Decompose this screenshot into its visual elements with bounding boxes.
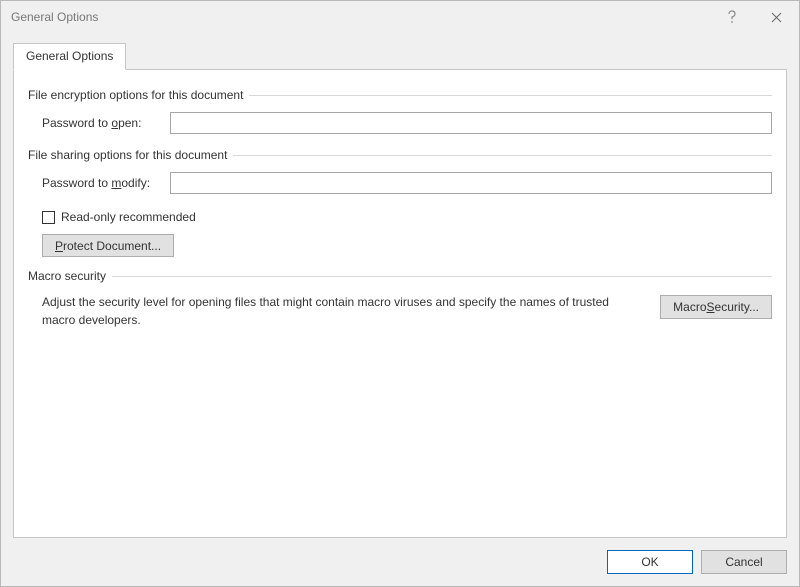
protect-row: Protect Document... [42, 234, 772, 257]
titlebar: General Options [1, 1, 799, 33]
help-button[interactable] [709, 1, 754, 33]
tabstrip: General Options [13, 43, 787, 69]
tab-page: File encryption options for this documen… [13, 69, 787, 538]
readonly-label: Read-only recommended [61, 210, 196, 224]
dialog-body: General Options File encryption options … [1, 33, 799, 538]
close-button[interactable] [754, 1, 799, 33]
group-encryption-header: File encryption options for this documen… [28, 88, 772, 102]
footer: OK Cancel [1, 538, 799, 586]
readonly-row[interactable]: Read-only recommended [42, 210, 772, 224]
readonly-checkbox[interactable] [42, 211, 55, 224]
password-modify-label: Password to modify: [42, 176, 170, 190]
password-modify-input[interactable] [170, 172, 772, 194]
password-modify-row: Password to modify: [42, 172, 772, 194]
general-options-dialog: General Options General Options File enc… [0, 0, 800, 587]
macro-row: Adjust the security level for opening fi… [42, 293, 772, 329]
cancel-button[interactable]: Cancel [701, 550, 787, 574]
password-open-label: Password to open: [42, 116, 170, 130]
window-title: General Options [11, 10, 709, 24]
ok-button[interactable]: OK [607, 550, 693, 574]
help-icon [727, 10, 737, 24]
tab-general-options[interactable]: General Options [13, 43, 126, 70]
password-open-row: Password to open: [42, 112, 772, 134]
macro-description: Adjust the security level for opening fi… [42, 293, 660, 329]
group-macro-header: Macro security [28, 269, 772, 283]
macro-security-button[interactable]: Macro Security... [660, 295, 772, 319]
close-icon [771, 12, 782, 23]
protect-document-button[interactable]: Protect Document... [42, 234, 174, 257]
password-open-input[interactable] [170, 112, 772, 134]
group-sharing-header: File sharing options for this document [28, 148, 772, 162]
